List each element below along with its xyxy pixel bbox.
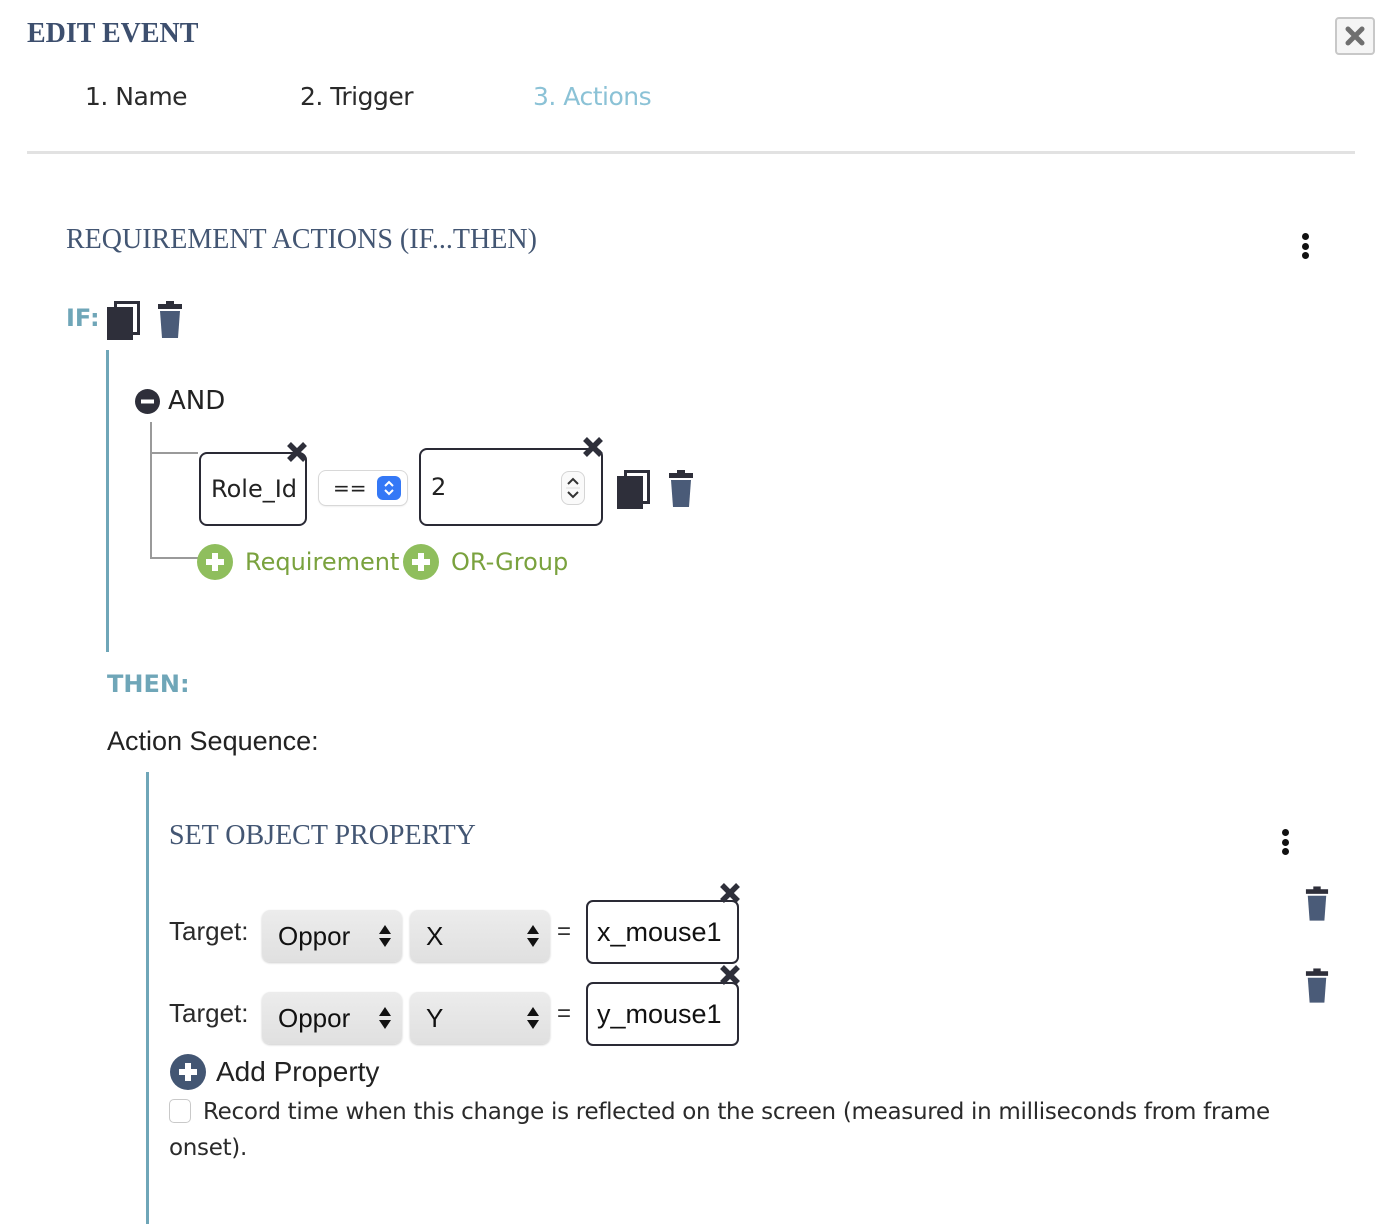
kebab-dot <box>1281 848 1289 855</box>
condition-value: 2 <box>431 473 447 501</box>
add-property-button[interactable]: Add Property <box>170 1054 379 1090</box>
property-value: y_mouse1 <box>597 998 722 1029</box>
remove-value-icon[interactable] <box>580 434 606 460</box>
plus-circle-icon <box>403 544 439 580</box>
requirement-actions-menu-button[interactable] <box>1295 229 1315 263</box>
kebab-dot <box>1281 829 1289 836</box>
record-time-label: Record time when this change is reflecte… <box>169 1099 1270 1161</box>
select-arrows-icon <box>527 1007 539 1029</box>
target-object-select[interactable]: Oppor <box>262 992 402 1044</box>
set-object-property-title: SET OBJECT PROPERTY <box>169 820 476 851</box>
target-object-value: Oppor <box>278 1002 351 1033</box>
minus-circle-icon[interactable] <box>135 389 160 414</box>
requirement-actions-title: REQUIREMENT ACTIONS (IF...THEN) <box>66 224 537 255</box>
select-arrows-icon <box>379 1007 391 1029</box>
if-branch-line <box>106 350 109 652</box>
delete-property-icon[interactable] <box>1305 886 1329 922</box>
add-requirement-label: Requirement <box>245 548 400 576</box>
add-or-group-button[interactable]: OR-Group <box>403 544 568 580</box>
remove-property-value-icon[interactable] <box>717 962 743 988</box>
comparator-value: == <box>333 476 367 500</box>
property-value-input[interactable]: x_mouse1 <box>586 900 739 964</box>
tabs-divider <box>27 151 1355 154</box>
copy-icon[interactable] <box>106 301 142 341</box>
comparator-select[interactable]: == <box>319 471 407 505</box>
target-label: Target: <box>169 998 249 1028</box>
select-arrows-icon <box>527 925 539 947</box>
add-requirement-button[interactable]: Requirement <box>197 544 399 580</box>
trash-condition-icon[interactable] <box>668 470 694 508</box>
target-object-select[interactable]: Oppor <box>262 910 402 962</box>
set-object-property-menu-button[interactable] <box>1275 825 1295 859</box>
dialog-title: EDIT EVENT <box>27 18 199 49</box>
number-spinner[interactable] <box>561 471 585 505</box>
target-object-value: Oppor <box>278 920 351 951</box>
tree-line-branch <box>150 452 198 454</box>
if-label: IF: <box>66 304 100 332</box>
condition-variable-value: Role_Id <box>211 475 298 503</box>
select-arrows-icon <box>379 925 391 947</box>
tree-line-branch <box>150 557 198 559</box>
delete-property-icon[interactable] <box>1305 968 1329 1004</box>
then-label: THEN: <box>107 670 190 698</box>
plus-circle-icon <box>170 1054 206 1090</box>
kebab-dot <box>1301 242 1309 250</box>
kebab-dot <box>1301 233 1309 240</box>
kebab-dot <box>1301 252 1309 259</box>
property-value: x_mouse1 <box>597 916 722 947</box>
add-property-label: Add Property <box>216 1056 380 1087</box>
spinner-arrows-icon <box>566 477 580 499</box>
add-or-group-label: OR-Group <box>451 548 569 576</box>
remove-property-value-icon[interactable] <box>717 880 743 906</box>
target-property-select[interactable]: Y <box>410 992 550 1044</box>
property-value-input[interactable]: y_mouse1 <box>586 982 739 1046</box>
equals-sign: = <box>557 1000 572 1027</box>
remove-variable-icon[interactable] <box>284 439 310 465</box>
action-sequence-line <box>146 772 149 1224</box>
target-property-value: Y <box>426 1002 444 1033</box>
select-arrows-icon <box>377 476 401 500</box>
kebab-dot <box>1281 838 1289 846</box>
target-property-select[interactable]: X <box>410 910 550 962</box>
equals-sign: = <box>557 918 572 945</box>
close-icon <box>1345 26 1365 46</box>
tab-actions[interactable]: 3. Actions <box>533 82 652 111</box>
tab-trigger[interactable]: 2. Trigger <box>300 82 414 111</box>
trash-icon[interactable] <box>157 301 183 339</box>
tab-name[interactable]: 1. Name <box>85 82 188 111</box>
close-button[interactable] <box>1335 17 1375 55</box>
copy-condition-icon[interactable] <box>616 470 652 510</box>
target-label: Target: <box>169 916 249 946</box>
action-sequence-label: Action Sequence: <box>107 726 319 756</box>
and-operator-label: AND <box>168 386 226 416</box>
target-property-value: X <box>426 920 444 951</box>
tree-line-vertical <box>150 422 152 558</box>
plus-circle-icon <box>197 544 233 580</box>
